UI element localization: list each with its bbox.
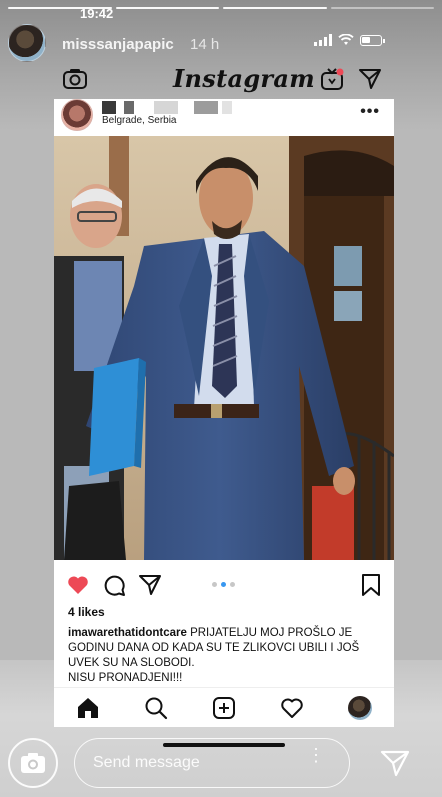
caption-text-line2: NISU PRONADJENI!!! bbox=[68, 672, 183, 684]
progress-segment bbox=[115, 7, 219, 9]
direct-message-icon[interactable] bbox=[358, 67, 382, 91]
redacted-username-block bbox=[124, 101, 134, 114]
battery-icon bbox=[360, 34, 385, 46]
status-time: 19:42 bbox=[80, 6, 114, 21]
status-indicators bbox=[314, 34, 385, 46]
carousel-dot bbox=[230, 582, 235, 587]
post-caption: imawarethatidontcare PRIJATELJU MOJ PROŠ… bbox=[68, 626, 386, 686]
story-user-avatar[interactable] bbox=[8, 24, 46, 62]
comment-icon[interactable] bbox=[102, 573, 126, 597]
send-message-placeholder: Send message bbox=[93, 754, 200, 771]
redacted-username-block bbox=[194, 101, 218, 114]
caption-username[interactable]: imawarethatidontcare bbox=[68, 627, 187, 639]
carousel-indicator bbox=[212, 582, 235, 587]
redacted-username-block bbox=[222, 101, 232, 114]
story-username[interactable]: misssanjapapic bbox=[62, 36, 174, 53]
igtv-icon[interactable] bbox=[320, 67, 344, 91]
heart-outline-icon[interactable] bbox=[280, 696, 304, 720]
post-options-button[interactable]: ••• bbox=[360, 103, 380, 121]
story-progress-bar bbox=[8, 7, 434, 9]
camera-icon bbox=[21, 753, 45, 773]
carousel-dot bbox=[212, 582, 217, 587]
progress-segment bbox=[223, 7, 327, 9]
wifi-icon bbox=[338, 34, 354, 45]
carousel-dot-active bbox=[221, 582, 226, 587]
camera-icon[interactable] bbox=[62, 66, 88, 92]
home-icon[interactable] bbox=[76, 696, 100, 720]
instagram-logo: Instagram bbox=[173, 64, 315, 93]
post-card: Belgrade, Serbia ••• 4 likes imawarethat… bbox=[54, 99, 394, 687]
story-camera-button[interactable] bbox=[8, 738, 58, 788]
post-location[interactable]: Belgrade, Serbia bbox=[102, 115, 177, 126]
more-options-icon[interactable]: ⋮ bbox=[307, 746, 325, 764]
progress-segment bbox=[330, 7, 434, 9]
instagram-bottom-nav bbox=[54, 687, 394, 727]
post-photo-illustration bbox=[54, 136, 394, 560]
story-timestamp: 14 h bbox=[190, 36, 220, 53]
redacted-username-block bbox=[154, 101, 178, 114]
likes-count[interactable]: 4 likes bbox=[68, 605, 105, 619]
signal-icon bbox=[314, 34, 332, 46]
plus-square-icon[interactable] bbox=[212, 696, 236, 720]
post-actions bbox=[54, 571, 394, 599]
redacted-username-block bbox=[102, 101, 116, 114]
search-icon[interactable] bbox=[144, 696, 168, 720]
heart-filled-icon[interactable] bbox=[66, 573, 90, 597]
bookmark-icon[interactable] bbox=[360, 573, 382, 597]
post-photo[interactable] bbox=[54, 136, 394, 560]
send-message-input[interactable]: Send message ⋮ bbox=[74, 738, 350, 788]
send-icon[interactable] bbox=[380, 748, 410, 778]
post-author-avatar[interactable] bbox=[61, 99, 93, 131]
profile-avatar[interactable] bbox=[348, 696, 372, 720]
share-icon[interactable] bbox=[138, 573, 162, 597]
